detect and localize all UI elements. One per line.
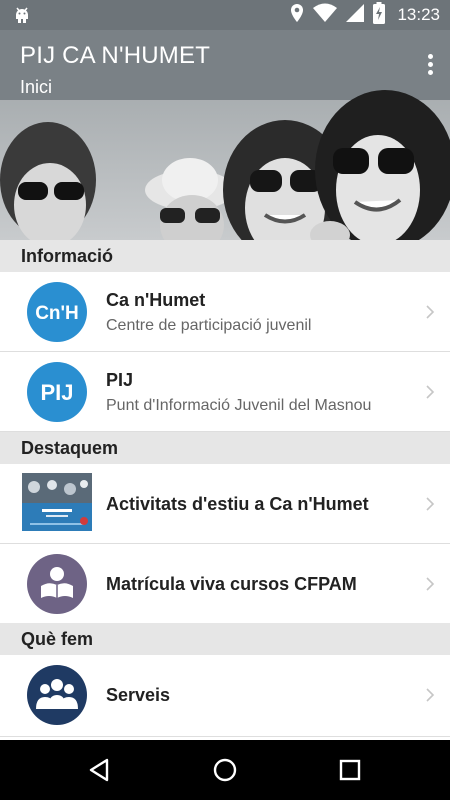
home-icon[interactable] [210, 755, 240, 785]
list-item-activitats-estiu[interactable]: Activitats d'estiu a Ca n'Humet [0, 464, 450, 544]
list-item-pij[interactable]: PIJ PIJ Punt d'Informació Juvenil del Ma… [0, 352, 450, 432]
system-navigation-bar [0, 740, 450, 800]
chevron-right-icon [426, 305, 435, 319]
chevron-right-icon [426, 577, 435, 591]
section-title: Destaquem [21, 438, 119, 458]
app-title: PIJ CA N'HUMET [20, 42, 211, 69]
reader-icon [27, 554, 87, 614]
status-icons: 13:23 [289, 0, 440, 30]
logo-text: Cn'H [35, 303, 79, 324]
list-item-serveis[interactable]: Serveis [0, 655, 450, 737]
chevron-right-icon [426, 385, 435, 399]
list-item-matricula-cfpam[interactable]: Matrícula viva cursos CFPAM [0, 544, 450, 624]
item-title: Activitats d'estiu a Ca n'Humet [106, 494, 369, 514]
ca-nhumet-logo-icon: Cn'H [27, 282, 87, 342]
page-subtitle: Inici [20, 77, 53, 97]
item-title: Serveis [106, 685, 171, 705]
signal-icon [345, 3, 365, 28]
item-title: Matrícula viva cursos CFPAM [106, 574, 357, 594]
section-header-que-fem: Què fem [0, 623, 450, 655]
app-bar: PIJ CA N'HUMET Inici [0, 30, 450, 100]
item-description: Punt d'Informació Juvenil del Masnou [106, 397, 372, 414]
wifi-icon [313, 3, 338, 28]
section-title: Què fem [21, 629, 94, 649]
location-icon [289, 3, 305, 28]
status-bar: 13:23 [0, 0, 450, 30]
group-icon [27, 665, 87, 725]
chevron-right-icon [426, 497, 435, 511]
item-title: PIJ [106, 370, 134, 390]
overflow-menu-icon[interactable] [426, 54, 434, 78]
recents-icon[interactable] [335, 755, 365, 785]
android-icon [12, 5, 32, 30]
section-header-destaquem: Destaquem [0, 432, 450, 464]
chevron-right-icon [426, 688, 435, 702]
pij-logo-icon: PIJ [27, 362, 87, 422]
item-title: Ca n'Humet [106, 290, 206, 310]
list-item-ca-nhumet[interactable]: Cn'H Ca n'Humet Centre de participació j… [0, 272, 450, 352]
item-description: Centre de participació juvenil [106, 317, 312, 334]
section-title: Informació [21, 246, 114, 266]
clock: 13:23 [397, 5, 440, 24]
activity-thumbnail [22, 473, 92, 531]
logo-text: PIJ [40, 380, 73, 405]
battery-icon [373, 1, 386, 29]
section-header-informacio: Informació [0, 240, 450, 272]
back-icon[interactable] [85, 755, 115, 785]
